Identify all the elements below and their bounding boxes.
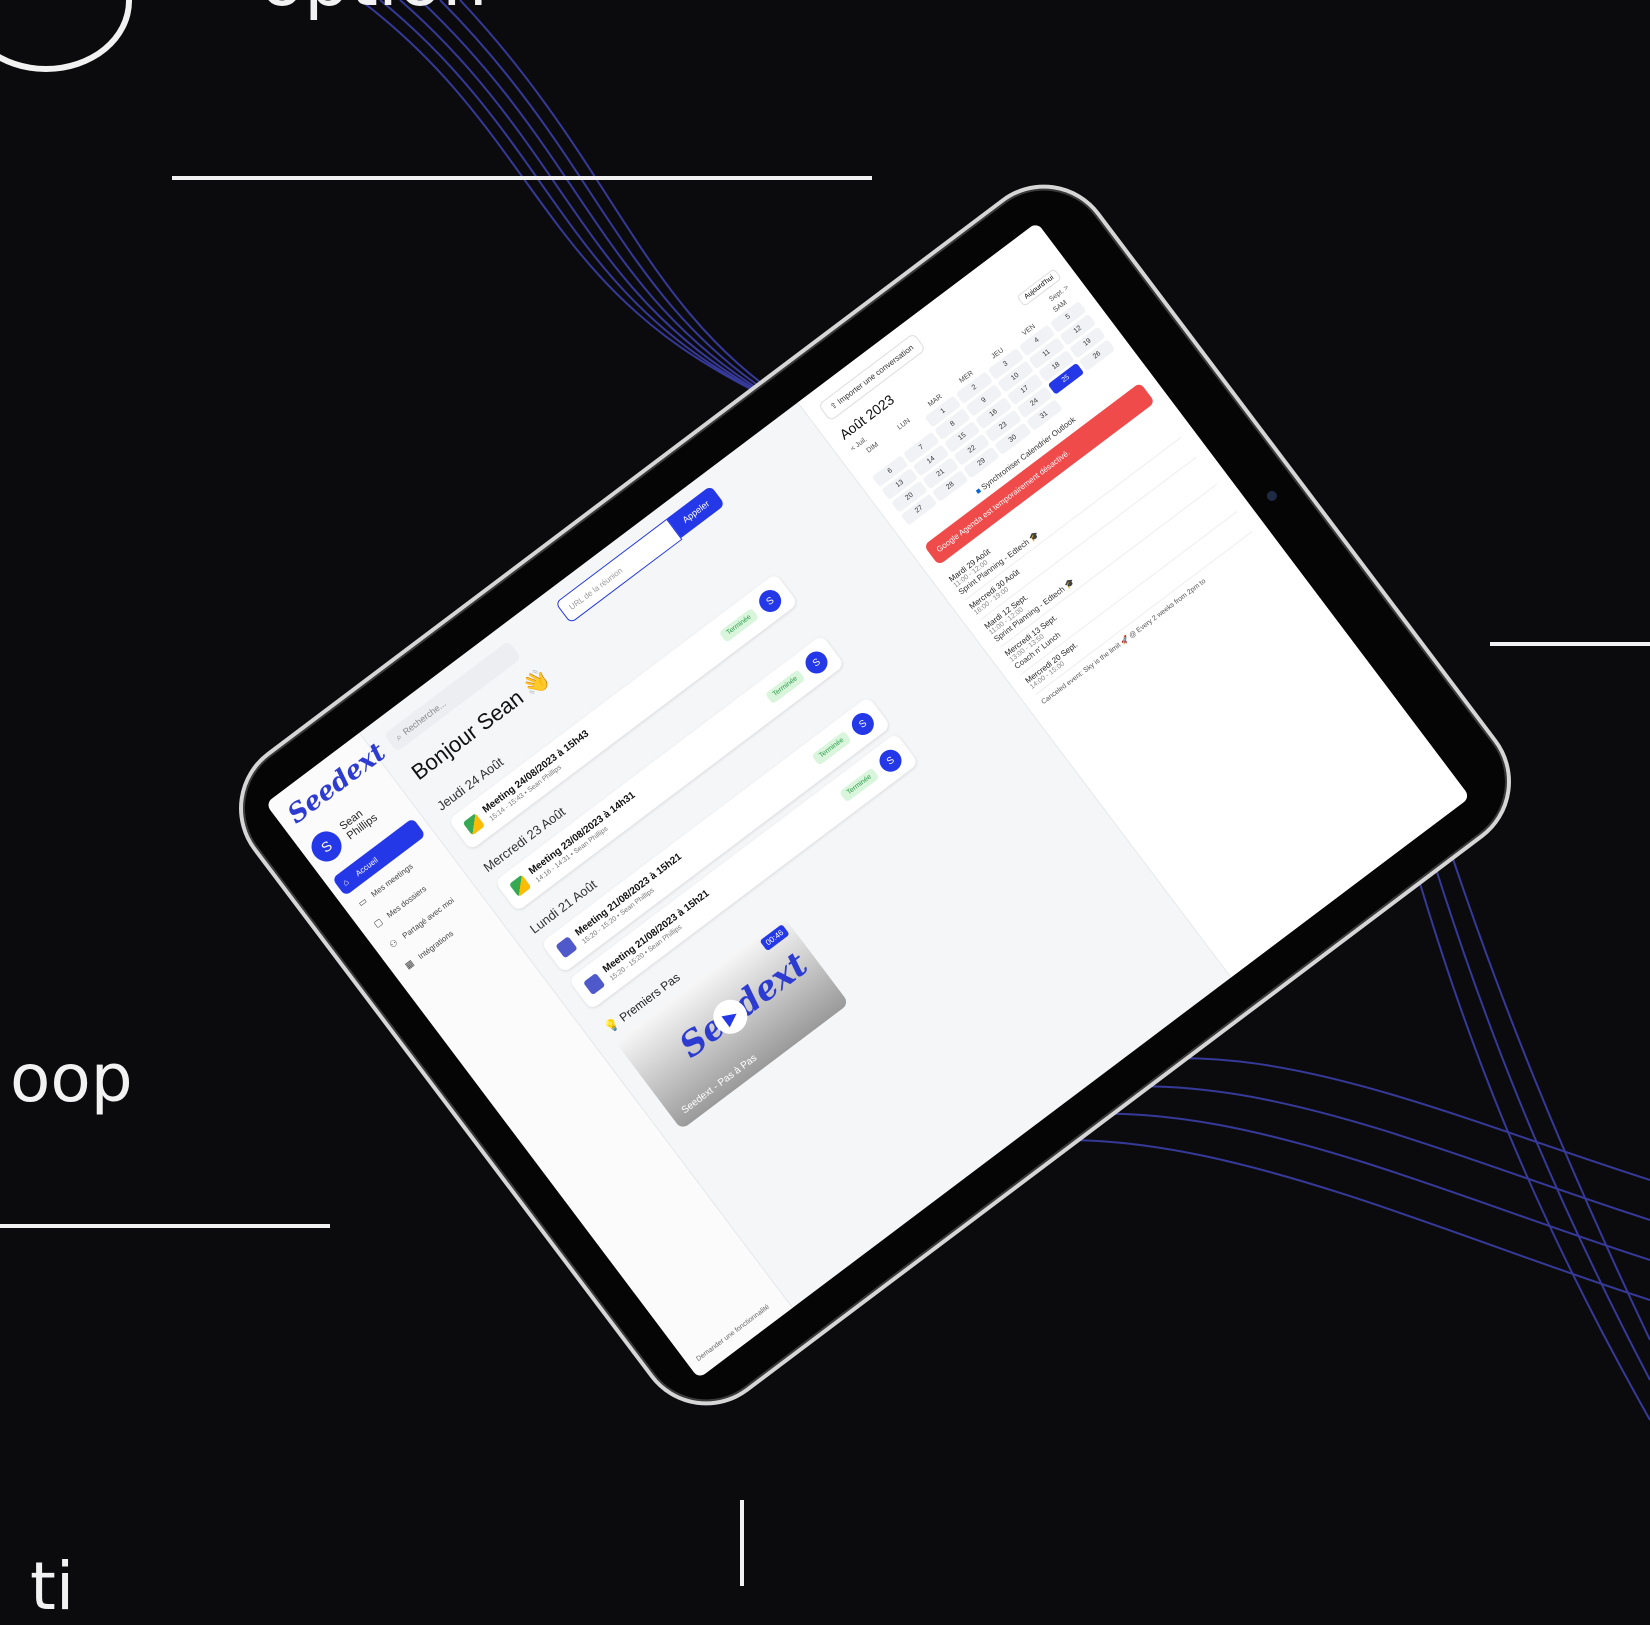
decorative-line-vertical: [740, 1500, 744, 1586]
background-heading-fragment: option: [260, 0, 488, 22]
users-icon: ⚇: [387, 937, 400, 951]
search-placeholder: Recherche...: [400, 698, 448, 738]
avatar: S: [754, 585, 786, 617]
video-duration: 00:46: [759, 924, 790, 952]
google-meet-icon: [509, 874, 532, 898]
background-text-fragment-bottom: ti: [30, 1548, 75, 1625]
status-badge: Terminée: [838, 767, 880, 802]
video-icon: ▭: [356, 895, 369, 909]
decorative-line: [172, 176, 872, 180]
background-text-fragment: oop: [10, 1040, 133, 1117]
folder-icon: ▢: [371, 916, 385, 930]
status-badge: Terminée: [764, 668, 806, 704]
grid-icon: ▦: [402, 957, 416, 971]
decorative-line: [0, 1224, 330, 1228]
search-icon: ⌕: [393, 731, 404, 743]
teams-icon: [583, 972, 606, 996]
avatar: S: [305, 825, 348, 868]
status-badge: Terminée: [811, 730, 852, 766]
home-icon: ⌂: [340, 876, 351, 888]
avatar: S: [875, 745, 906, 777]
video-caption: Seedext - Pas à Pas: [679, 1052, 760, 1117]
avatar: S: [801, 647, 832, 678]
sidebar-item-label: Accueil: [353, 855, 380, 878]
teams-icon: [555, 936, 578, 959]
avatar: S: [847, 708, 879, 740]
status-badge: Terminée: [718, 607, 759, 643]
google-meet-icon: [462, 813, 486, 836]
decorative-line: [1490, 642, 1650, 646]
day-heading: Mercredi 23 Août: [480, 803, 569, 876]
